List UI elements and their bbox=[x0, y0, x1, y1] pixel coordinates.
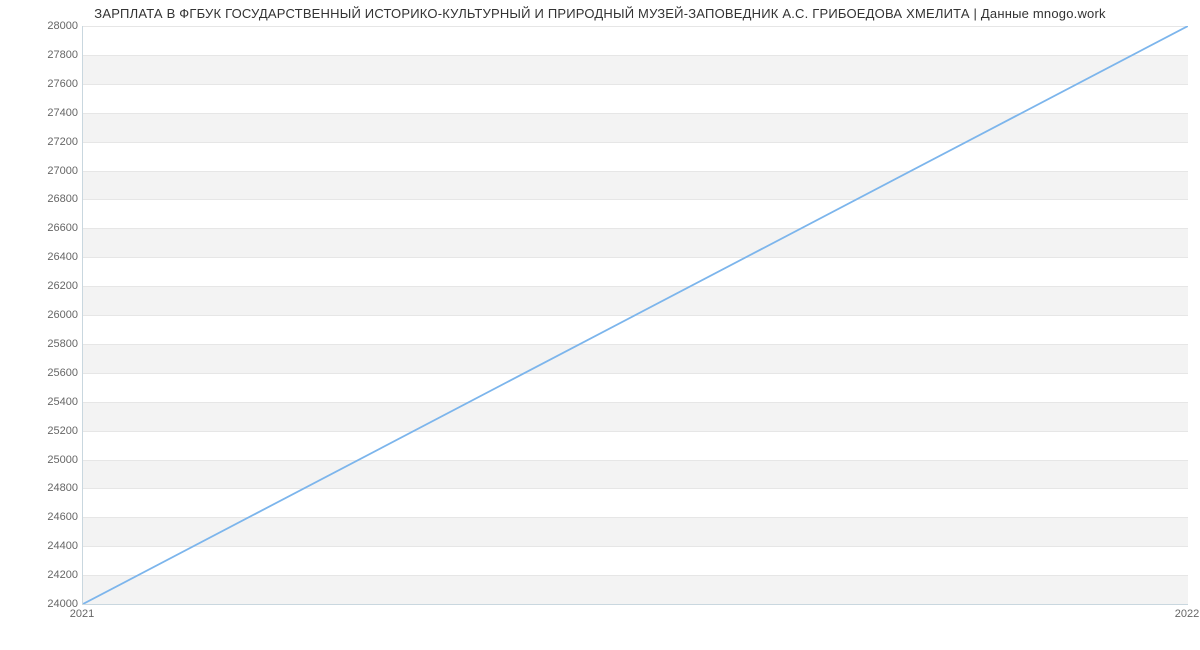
y-tick-label: 26000 bbox=[0, 309, 78, 321]
line-chart: ЗАРПЛАТА В ФГБУК ГОСУДАРСТВЕННЫЙ ИСТОРИК… bbox=[0, 0, 1200, 650]
y-tick-label: 27800 bbox=[0, 49, 78, 61]
y-tick-label: 27200 bbox=[0, 136, 78, 148]
x-tick-label: 2021 bbox=[70, 608, 94, 620]
y-tick-label: 25200 bbox=[0, 425, 78, 437]
y-tick-label: 28000 bbox=[0, 20, 78, 32]
y-axis-labels: 2400024200244002460024800250002520025400… bbox=[0, 26, 78, 604]
y-tick-label: 25000 bbox=[0, 454, 78, 466]
y-tick-label: 25800 bbox=[0, 338, 78, 350]
gridline bbox=[83, 604, 1188, 605]
x-tick-label: 2022 bbox=[1175, 608, 1199, 620]
plot-area bbox=[82, 26, 1188, 605]
series-line bbox=[83, 26, 1188, 604]
x-axis-labels: 20212022 bbox=[82, 608, 1187, 628]
y-tick-label: 24200 bbox=[0, 569, 78, 581]
y-tick-label: 24000 bbox=[0, 598, 78, 610]
y-tick-label: 27400 bbox=[0, 107, 78, 119]
y-tick-label: 26400 bbox=[0, 251, 78, 263]
chart-title: ЗАРПЛАТА В ФГБУК ГОСУДАРСТВЕННЫЙ ИСТОРИК… bbox=[0, 6, 1200, 21]
y-tick-label: 25400 bbox=[0, 396, 78, 408]
y-tick-label: 25600 bbox=[0, 367, 78, 379]
y-tick-label: 24600 bbox=[0, 511, 78, 523]
y-tick-label: 27600 bbox=[0, 78, 78, 90]
y-tick-label: 24400 bbox=[0, 540, 78, 552]
y-tick-label: 24800 bbox=[0, 482, 78, 494]
y-tick-label: 26800 bbox=[0, 193, 78, 205]
y-tick-label: 27000 bbox=[0, 165, 78, 177]
y-tick-label: 26200 bbox=[0, 280, 78, 292]
y-tick-label: 26600 bbox=[0, 222, 78, 234]
series-svg bbox=[83, 26, 1188, 604]
